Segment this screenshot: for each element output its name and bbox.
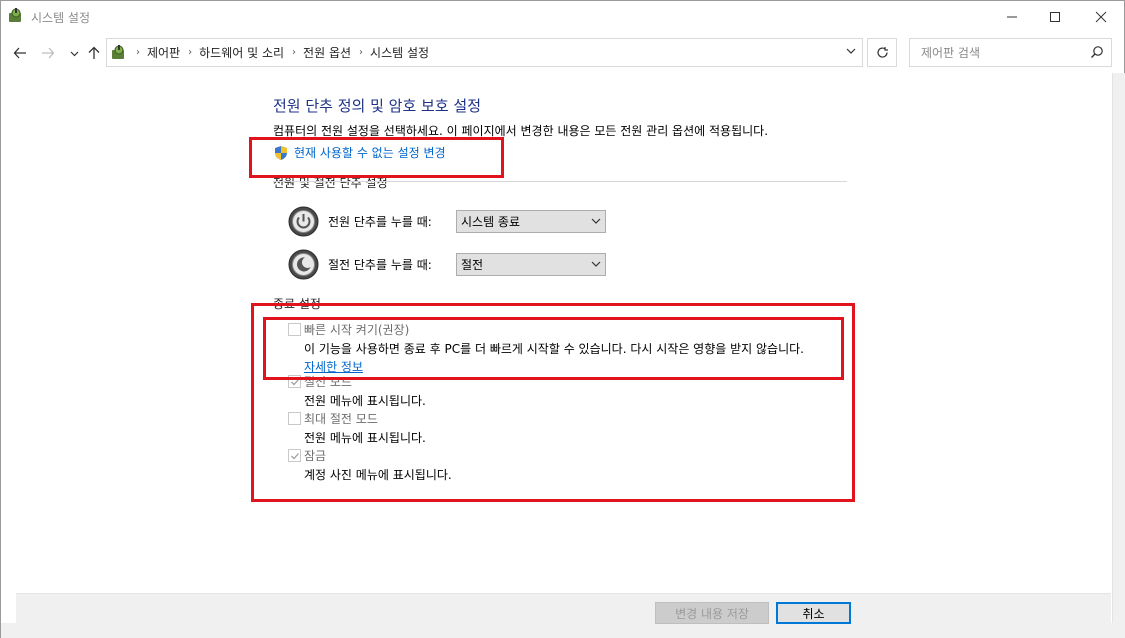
back-button[interactable] — [9, 41, 31, 65]
chevron-down-icon — [846, 48, 856, 54]
footer-bar — [16, 593, 1111, 623]
chevron-down-icon — [70, 51, 78, 56]
option-description: 계정 사진 메뉴에 표시됩니다. — [304, 468, 452, 482]
option-title: 빠른 시작 켜기(권장) — [304, 323, 410, 337]
window-title: 시스템 설정 — [31, 11, 91, 25]
refresh-button[interactable] — [867, 38, 897, 67]
main-content: 전원 단추 정의 및 암호 보호 설정 컴퓨터의 전원 설정을 선택하세요. 이… — [1, 73, 1111, 593]
sleep-button-icon — [288, 249, 319, 279]
refresh-icon — [876, 47, 888, 58]
sleep-button-label: 절전 단추를 누를 때: — [328, 257, 432, 272]
fast-startup-option: 빠른 시작 켜기(권장) 이 기능을 사용하면 종료 후 PC를 더 빠르게 시… — [288, 321, 804, 375]
option-title: 절전 모드 — [304, 375, 352, 389]
hibernate-checkbox[interactable] — [288, 412, 301, 425]
maximize-icon — [1050, 12, 1060, 22]
maximize-button[interactable] — [1032, 1, 1078, 33]
page-description: 컴퓨터의 전원 설정을 선택하세요. 이 페이지에서 변경한 내용은 모든 전원… — [273, 124, 769, 138]
minimize-icon — [1007, 16, 1017, 18]
breadcrumb-separator: › — [359, 47, 364, 58]
option-title: 잠금 — [304, 449, 327, 463]
option-description: 전원 메뉴에 표시됩니다. — [304, 431, 426, 445]
sleep-button-row: 절전 단추를 누를 때: 절전 — [288, 248, 606, 280]
vertical-scroll-area — [1112, 73, 1125, 638]
breadcrumb-separator: › — [292, 47, 297, 58]
lock-option: 잠금 계정 사진 메뉴에 표시됩니다. — [288, 447, 452, 483]
option-title: 최대 절전 모드 — [304, 412, 378, 426]
bottom-frame — [1, 623, 1125, 638]
shutdown-section-label: 종료 설정 — [273, 297, 321, 311]
power-button-action-select[interactable]: 시스템 종료 — [456, 209, 606, 233]
up-button[interactable] — [83, 41, 105, 65]
select-value: 절전 — [461, 257, 484, 272]
select-value: 시스템 종료 — [461, 214, 521, 229]
page-title: 전원 단추 정의 및 암호 보호 설정 — [273, 97, 482, 115]
minimize-button[interactable] — [989, 1, 1035, 33]
system-settings-window: 시스템 설정 › 제어판 › 하드웨어 및 소리 › 전원 옵션 › 시스템 설… — [0, 0, 1125, 638]
control-panel-icon — [112, 44, 124, 59]
power-options-icon — [9, 8, 21, 22]
power-button-label: 전원 단추를 누를 때: — [328, 214, 432, 229]
close-icon — [1095, 11, 1107, 23]
power-button-row: 전원 단추를 누를 때: 시스템 종료 — [288, 205, 606, 237]
checkmark-icon — [290, 378, 299, 385]
breadcrumb-control-panel[interactable]: 제어판 — [147, 44, 180, 61]
search-input[interactable] — [910, 39, 1085, 66]
breadcrumb-system-settings[interactable]: 시스템 설정 — [370, 44, 429, 61]
breadcrumb-separator: › — [136, 47, 140, 58]
address-bar[interactable]: › 제어판 › 하드웨어 및 소리 › 전원 옵션 › 시스템 설정 — [106, 38, 863, 67]
lock-checkbox[interactable] — [288, 449, 301, 462]
arrow-up-icon — [88, 46, 100, 59]
change-unavailable-settings-link[interactable]: 현재 사용할 수 없는 설정 변경 — [273, 144, 446, 161]
arrow-left-icon — [13, 47, 26, 59]
arrow-right-icon — [42, 47, 55, 59]
breadcrumb-hardware-sound[interactable]: 하드웨어 및 소리 — [199, 44, 284, 61]
save-changes-button[interactable]: 변경 내용 저장 — [655, 602, 769, 624]
uac-shield-icon — [275, 145, 287, 160]
recent-locations-button[interactable] — [63, 41, 85, 65]
power-button-icon — [288, 206, 319, 236]
breadcrumb-separator: › — [188, 47, 193, 58]
sleep-checkbox[interactable] — [288, 375, 301, 388]
change-link-label: 현재 사용할 수 없는 설정 변경 — [294, 146, 446, 160]
chevron-down-icon — [591, 218, 601, 224]
search-icon — [1091, 46, 1103, 58]
forward-button[interactable] — [37, 41, 59, 65]
breadcrumb-power-options[interactable]: 전원 옵션 — [303, 44, 351, 61]
sleep-option: 절전 모드 전원 메뉴에 표시됩니다. — [288, 373, 426, 409]
hibernate-option: 최대 절전 모드 전원 메뉴에 표시됩니다. — [288, 410, 426, 446]
checkmark-icon — [290, 452, 299, 459]
option-description: 전원 메뉴에 표시됩니다. — [304, 394, 426, 408]
address-dropdown-button[interactable] — [846, 45, 856, 59]
search-box[interactable] — [909, 38, 1112, 67]
power-buttons-section-label: 전원 및 절전 단추 설정 — [273, 176, 388, 190]
chevron-down-icon — [591, 261, 601, 267]
title-bar: 시스템 설정 — [1, 1, 1124, 33]
cancel-button[interactable]: 취소 — [776, 602, 851, 624]
section-divider — [273, 181, 847, 182]
fast-startup-checkbox[interactable] — [288, 323, 301, 336]
close-button[interactable] — [1078, 1, 1124, 33]
sleep-button-action-select[interactable]: 절전 — [456, 252, 606, 276]
option-description: 이 기능을 사용하면 종료 후 PC를 더 빠르게 시작할 수 있습니다. 다시… — [304, 342, 804, 356]
